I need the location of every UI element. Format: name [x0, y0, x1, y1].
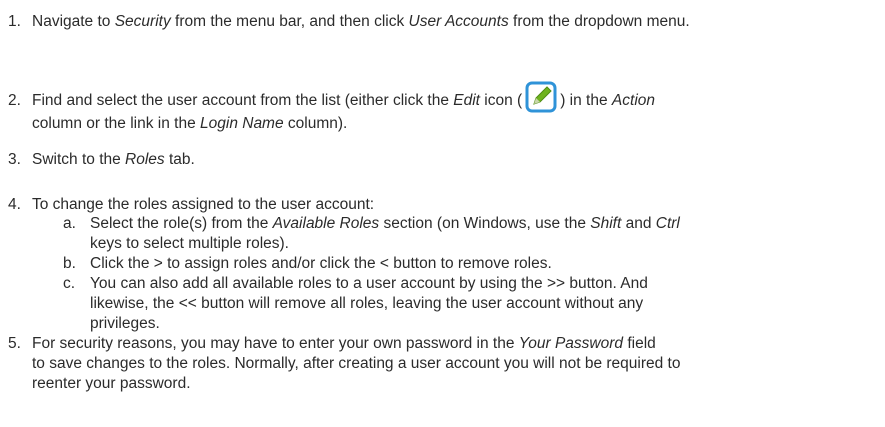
substep-letter: c.: [63, 275, 76, 292]
substep-letter: a.: [63, 215, 76, 232]
instruction-document: 1. Navigate to Security from the menu bar…: [0, 0, 885, 427]
step-number: 5.: [8, 335, 21, 352]
substep-a: a. Select the role(s) from the Available …: [63, 215, 680, 252]
step-5: 5. For security reasons, you may have to …: [8, 335, 681, 392]
substep-letter: b.: [63, 255, 76, 272]
step-4: 4. To change the roles assigned to the us…: [8, 196, 375, 213]
step-number: 3.: [8, 151, 21, 168]
your-password-ref: Your Password: [518, 335, 624, 352]
step-number: 2.: [8, 92, 21, 109]
substep-c: c. You can also add all available roles t…: [63, 275, 648, 332]
menu-user-accounts: User Accounts: [408, 13, 509, 30]
step-number: 1.: [8, 13, 21, 30]
step-1: 1. Navigate to Security from the menu bar…: [8, 13, 690, 30]
step-3: 3. Switch to the Roles tab.: [8, 151, 195, 168]
step-number: 4.: [8, 196, 21, 213]
edit-icon: [524, 80, 558, 114]
menu-security: Security: [114, 13, 171, 30]
step-2: 2. Find and select the user account from …: [8, 80, 878, 134]
substep-b: b. Click the > to assign roles and/or cli…: [63, 255, 552, 272]
tab-roles-ref: Roles: [125, 151, 165, 168]
